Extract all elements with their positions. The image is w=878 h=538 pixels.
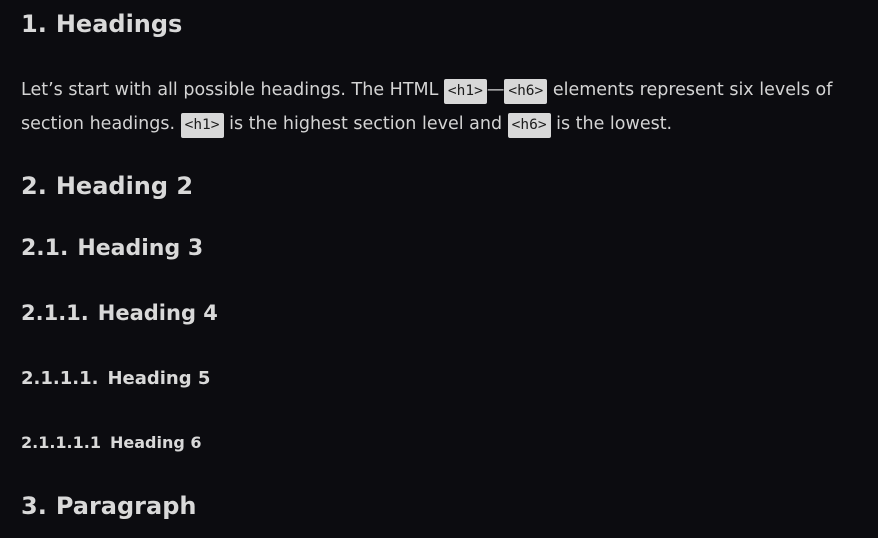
heading-2: 2. Heading 2 (21, 172, 193, 200)
heading-number: 2. (21, 172, 47, 200)
inline-code-h6: <h6> (507, 113, 551, 138)
paragraph-text: Let’s start with all possible headings. … (21, 80, 444, 100)
heading-4: 2.1.1. Heading 4 (21, 301, 218, 325)
heading-text: Paragraph (55, 492, 197, 520)
paragraph-text: is the lowest. (550, 114, 673, 134)
heading-number: 1. (21, 10, 47, 38)
inline-code-h6: <h6> (504, 79, 548, 104)
heading-text: Heading 6 (109, 433, 202, 452)
heading-number: 2.1.1.1. (21, 368, 99, 389)
intro-paragraph: Let’s start with all possible headings. … (21, 74, 866, 142)
heading-text: Heading 2 (55, 172, 194, 200)
heading-number: 2.1.1.1.1 (21, 433, 101, 452)
heading-number: 2.1.1. (21, 301, 89, 325)
heading-headings: 1. Headings (21, 10, 182, 38)
paragraph-text: is the highest section level and (223, 114, 508, 134)
heading-text: Heading 5 (107, 368, 211, 389)
heading-6: 2.1.1.1.1 Heading 6 (21, 433, 202, 452)
paragraph-dash: — (486, 80, 505, 100)
inline-code-h1: <h1> (180, 113, 224, 138)
heading-paragraph: 3. Paragraph (21, 492, 196, 520)
heading-text: Headings (55, 10, 183, 38)
heading-5: 2.1.1.1. Heading 5 (21, 368, 210, 389)
heading-text: Heading 3 (77, 236, 204, 261)
heading-3: 2.1. Heading 3 (21, 236, 203, 261)
inline-code-h1: <h1> (443, 79, 487, 104)
heading-number: 2.1. (21, 236, 69, 261)
document-page: 1. Headings Let’s start with all possible… (0, 0, 878, 538)
heading-number: 3. (21, 492, 47, 520)
heading-text: Heading 4 (97, 301, 218, 325)
